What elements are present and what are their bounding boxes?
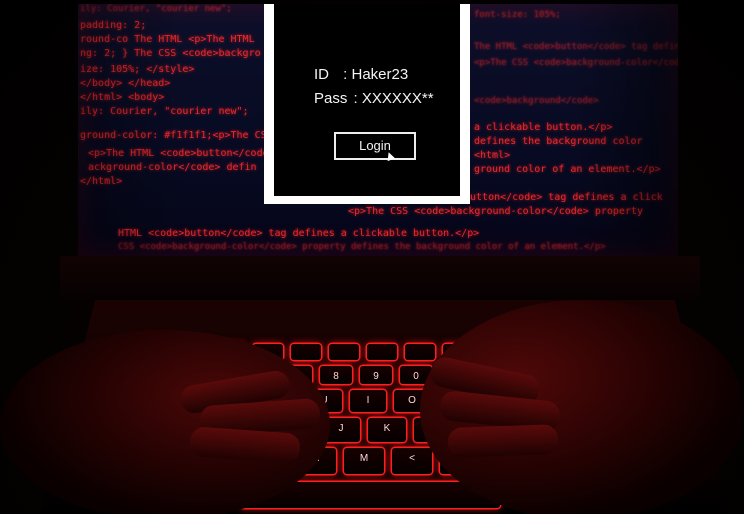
pass-label: Pass	[314, 90, 348, 107]
code-line: <p>The HTML <code>button</code>	[88, 148, 275, 159]
code-line: <code>background</code>	[474, 96, 599, 106]
code-line: ground color of an element.</p>	[474, 164, 661, 175]
login-dialog-body: ID : Haker23 Pass : XXXXXX** Login	[274, 4, 460, 196]
code-line: ng: 2; } The CSS <code>backgro	[80, 48, 261, 59]
code-line: ackground-color</code> defin	[88, 162, 257, 173]
code-line: ground-color: #f1f1f1;<p>The CSS	[80, 130, 273, 141]
code-line: ily: Courier, "courier new";	[80, 4, 232, 14]
right-finger	[447, 424, 559, 458]
code-line: ize: 105%; </style>	[80, 64, 195, 75]
code-line: </html> <body>	[80, 92, 165, 103]
code-line: </html>	[80, 176, 123, 187]
pass-value[interactable]: : XXXXXX**	[354, 90, 434, 107]
laptop-bezel	[60, 256, 700, 300]
code-line: The HTML <code>button</code> tag defines…	[474, 42, 678, 52]
code-line: ily: Courier, "courier new";	[80, 106, 249, 117]
code-line: defines the background color	[474, 136, 643, 147]
code-line: padding: 2;	[80, 20, 147, 31]
code-line: font-size: 105%;	[474, 10, 561, 20]
code-line: HTML <code>button</code> tag defines a c…	[118, 228, 480, 239]
code-line: CSS <code>background-color</code> proper…	[118, 242, 606, 252]
code-line: <p>The CSS <code>background-color</code>…	[348, 206, 644, 217]
id-row: ID : Haker23	[314, 66, 408, 83]
id-value[interactable]: : Haker23	[343, 66, 408, 83]
code-line: <html>	[474, 150, 511, 161]
code-line: <p>The CSS <code>background-color</code>…	[474, 58, 678, 68]
code-line: </body> </head>	[80, 78, 171, 89]
code-line: button</code> tag defines a click	[464, 192, 663, 203]
code-line: a clickable button.</p>	[474, 122, 613, 133]
login-dialog: ID : Haker23 Pass : XXXXXX** Login	[264, 4, 470, 204]
id-label: ID	[314, 66, 329, 83]
code-line: round-co The HTML <p>The HTML	[80, 34, 255, 45]
login-button[interactable]: Login	[334, 132, 416, 160]
photo-frame: ily: Courier, "courier new"; padding: 2;…	[0, 0, 744, 514]
pass-row: Pass : XXXXXX**	[314, 90, 434, 107]
